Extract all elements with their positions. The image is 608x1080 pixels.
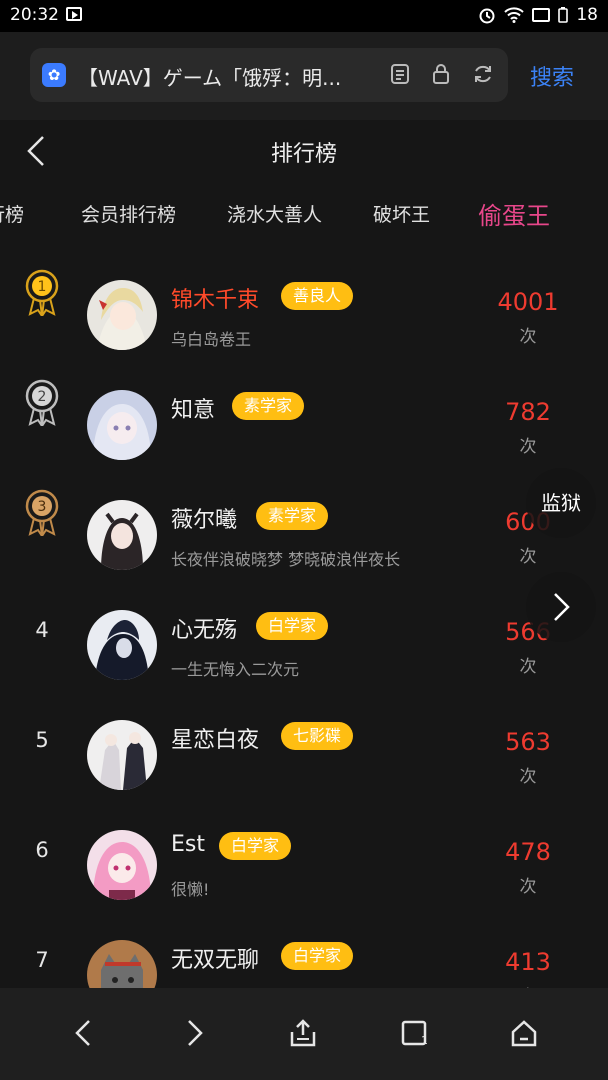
address-bar[interactable]: ✿ 【WAV】ゲーム「饿殍：明... <box>30 48 508 102</box>
jail-floating-button[interactable]: 监狱 <box>526 468 596 538</box>
title-badge: 善良人 <box>281 282 354 310</box>
user-signature: 很懒! <box>171 880 210 899</box>
ranking-row[interactable]: 4 心无殇 白学家 一生无悔入二次元 566 次 <box>0 572 608 682</box>
count-unit: 次 <box>519 657 537 677</box>
tab-watering[interactable]: 浇水大善人 <box>227 200 322 227</box>
ranking-list: 1 锦木千束 善良人 乌白岛卷王 4001 次 2 知意 素学家 782 次 3… <box>0 242 608 988</box>
status-time: 20:32 <box>10 5 59 25</box>
reader-mode-icon[interactable] <box>390 63 410 85</box>
count-unit: 次 <box>519 327 537 347</box>
username[interactable]: 锦木千束 <box>171 282 259 314</box>
next-floating-button[interactable] <box>526 572 596 642</box>
rank-number: 3 <box>38 499 47 515</box>
rank-number: 1 <box>38 279 47 295</box>
avatar[interactable] <box>87 720 157 790</box>
username[interactable]: 心无殇 <box>171 612 237 644</box>
chevron-right-icon <box>554 593 570 621</box>
battery-icon <box>558 7 569 23</box>
rank-number: 5 <box>35 728 49 752</box>
count-unit: 次 <box>519 437 537 457</box>
page-header: 排行榜 <box>0 120 608 182</box>
tabs-icon[interactable]: 1 <box>401 1018 429 1052</box>
avatar[interactable] <box>87 500 157 570</box>
status-bar: 20:32 18 <box>0 0 608 32</box>
username[interactable]: 知意 <box>171 392 215 424</box>
video-notification-icon <box>66 7 82 21</box>
browser-toolbar: ✿ 【WAV】ゲーム「饿殍：明... 搜索 <box>0 32 608 120</box>
title-badge: 素学家 <box>256 502 329 530</box>
ranking-row[interactable]: 2 知意 素学家 782 次 <box>0 352 608 462</box>
user-signature: 乌白岛卷王 <box>171 330 252 349</box>
title-badge: 七影碟 <box>281 722 354 750</box>
lock-icon[interactable] <box>432 63 450 85</box>
ranking-row[interactable]: 1 锦木千束 善良人 乌白岛卷王 4001 次 <box>0 242 608 352</box>
avatar[interactable] <box>87 390 157 460</box>
avatar[interactable] <box>87 610 157 680</box>
page-tab-title[interactable]: 【WAV】ゲーム「饿殍：明... <box>78 62 378 91</box>
count-unit: 次 <box>519 767 537 787</box>
tab-destroyer[interactable]: 破坏王 <box>373 200 430 227</box>
ranking-row[interactable]: 3 薇尔曦 素学家 长夜伴浪破晓梦 梦晓破浪伴夜长 600 次 <box>0 462 608 572</box>
share-icon[interactable] <box>289 1018 317 1052</box>
gold-medal-icon: 1 <box>22 268 62 320</box>
username[interactable]: 薇尔曦 <box>171 502 237 534</box>
home-icon[interactable] <box>510 1018 538 1052</box>
tab-leaderboard[interactable]: 行榜 <box>0 200 24 227</box>
count-value: 563 <box>505 728 551 756</box>
back-nav-icon[interactable] <box>72 1018 94 1052</box>
username[interactable]: 无双无聊 <box>171 942 259 974</box>
browser-bottom-bar: 1 <box>0 988 608 1080</box>
battery-level: 18 <box>576 5 598 25</box>
username[interactable]: Est <box>171 832 205 857</box>
status-icons: 18 <box>478 5 598 25</box>
bronze-medal-icon: 3 <box>22 488 62 540</box>
user-signature: 长夜伴浪破晓梦 梦晓破浪伴夜长 <box>171 550 401 569</box>
screen-icon <box>532 8 551 22</box>
ranking-row[interactable]: 5 星恋白夜 七影碟 563 次 <box>0 682 608 792</box>
count-unit: 次 <box>519 547 537 567</box>
rank-number: 4 <box>35 618 49 642</box>
rank-number: 6 <box>35 838 49 862</box>
refresh-icon[interactable] <box>472 63 494 85</box>
search-button[interactable]: 搜索 <box>530 60 574 92</box>
rank-number: 7 <box>35 948 49 972</box>
silver-medal-icon: 2 <box>22 378 62 430</box>
count-unit: 次 <box>519 877 537 897</box>
rank-number: 2 <box>38 389 47 405</box>
tab-member-ranking[interactable]: 会员排行榜 <box>81 200 176 227</box>
avatar[interactable] <box>87 940 157 988</box>
count-value: 4001 <box>497 288 559 316</box>
alarm-icon <box>478 6 496 24</box>
count-value: 478 <box>505 838 551 866</box>
avatar[interactable] <box>87 830 157 900</box>
title-badge: 素学家 <box>232 392 305 420</box>
avatar[interactable] <box>87 280 157 350</box>
count-value: 413 <box>505 948 551 976</box>
title-badge: 白学家 <box>219 832 292 860</box>
wifi-icon <box>504 7 525 23</box>
forward-nav-icon[interactable] <box>184 1018 206 1052</box>
title-badge: 白学家 <box>256 612 329 640</box>
count-value: 782 <box>505 398 551 426</box>
ranking-tabs: 行榜 会员排行榜 浇水大善人 破坏王 偷蛋王 <box>0 182 608 242</box>
ranking-row[interactable]: 6 Est 白学家 很懒! 478 次 <box>0 792 608 902</box>
tab-egg-thief[interactable]: 偷蛋王 <box>478 196 550 231</box>
username[interactable]: 星恋白夜 <box>171 722 259 754</box>
user-signature: 一生无悔入二次元 <box>171 660 300 679</box>
baidu-paw-icon: ✿ <box>42 63 66 87</box>
svg-text:1: 1 <box>421 1034 428 1047</box>
page-title: 排行榜 <box>270 142 337 167</box>
ranking-row[interactable]: 7 无双无聊 白学家 413 次 <box>0 902 608 988</box>
title-badge: 白学家 <box>281 942 354 970</box>
